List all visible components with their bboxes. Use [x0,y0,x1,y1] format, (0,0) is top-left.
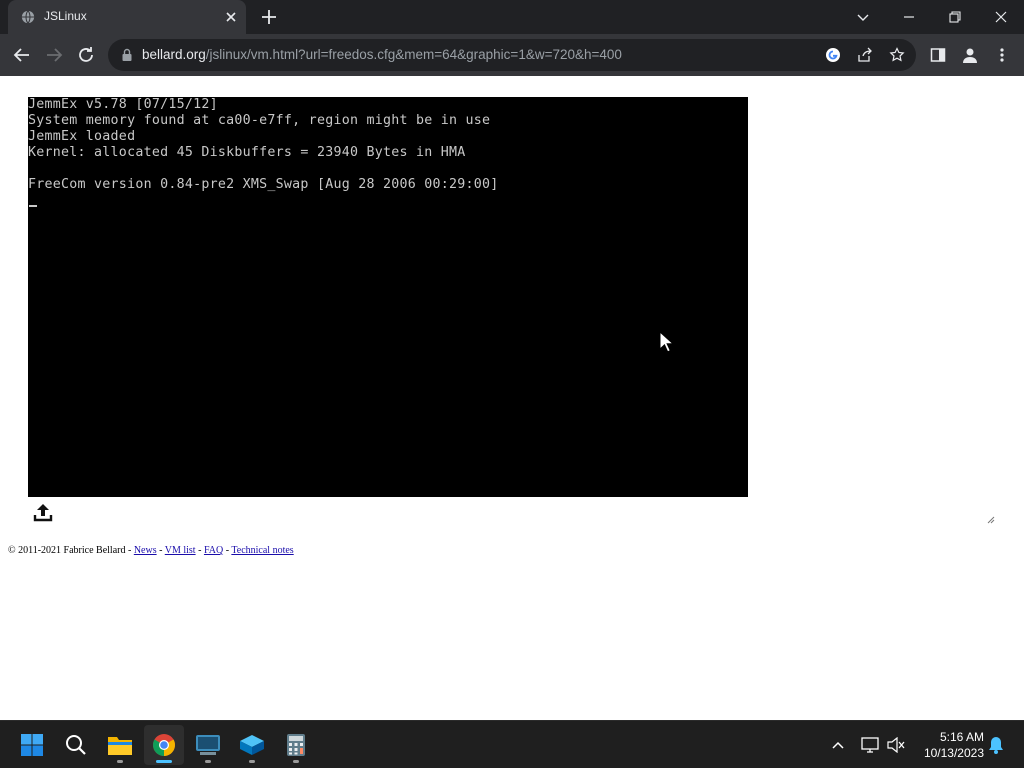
reload-icon [79,47,93,62]
faq-link[interactable]: FAQ [204,545,223,556]
search-button[interactable] [56,725,96,765]
network-icon [861,737,879,753]
calculator-icon [287,734,305,756]
footer-separator: - [156,545,165,556]
notifications-button[interactable] [986,735,1006,755]
minimize-icon [904,16,914,18]
tab-title: JSLinux [44,9,87,23]
browser-toolbar: bellard.org/jslinux/vm.html?url=freedos.… [0,34,1024,76]
profile-icon [963,48,977,63]
terminal-line: FreeCom version 0.84-pre2 XMS_Swap [Aug … [28,177,499,192]
star-icon [889,47,905,62]
address-bar[interactable]: bellard.org/jslinux/vm.html?url=freedos.… [108,39,916,71]
text-cursor [29,205,37,207]
start-button[interactable] [12,725,52,765]
terminal-line: JemmEx v5.78 [07/15/12] [28,97,218,112]
tab-jslinux[interactable]: JSLinux [8,0,246,34]
show-hidden-icons-button[interactable] [828,735,848,755]
running-indicator [249,760,255,763]
chrome-icon [153,734,175,756]
terminal-app-button[interactable] [188,725,228,765]
bookmark-button[interactable] [888,46,906,64]
network-button[interactable] [860,735,880,755]
volume-button[interactable] [886,735,906,755]
resize-grip-icon[interactable] [985,514,995,524]
bell-icon [989,737,1003,754]
tab-search-button[interactable] [840,0,886,34]
mouse-pointer-icon [659,331,673,353]
menu-button[interactable] [990,43,1014,67]
virtualbox-button[interactable] [232,725,272,765]
vm-terminal-screen[interactable]: JemmEx v5.78 [07/15/12] System memory fo… [28,97,748,497]
terminal-line: JemmEx loaded [28,129,136,144]
close-icon [995,11,1007,23]
running-indicator [205,760,211,763]
close-window-button[interactable] [978,0,1024,34]
forward-button[interactable] [42,43,66,67]
footer-separator: - [195,545,204,556]
arrow-right-icon [47,48,63,62]
running-indicator [156,760,172,763]
footer: © 2011-2021 Fabrice Bellard - News - VM … [8,545,294,556]
copyright-text: © 2011-2021 Fabrice Bellard - [8,545,134,556]
terminal-line: System memory found at ca00-e7ff, region… [28,113,491,128]
speaker-muted-icon [887,737,905,753]
google-icon [826,48,840,62]
clock-date: 10/13/2023 [923,746,984,760]
search-icon [66,735,86,755]
virtualbox-icon [240,735,264,755]
chrome-button[interactable] [144,725,184,765]
terminal-app-icon [196,735,220,755]
restore-button[interactable] [932,0,978,34]
running-indicator [117,760,123,763]
share-button[interactable] [856,46,874,64]
calculator-button[interactable] [276,725,316,765]
share-icon [858,47,872,62]
file-explorer-icon [108,737,132,755]
side-panel-button[interactable] [926,43,950,67]
url-text[interactable]: bellard.org/jslinux/vm.html?url=freedos.… [142,47,622,62]
new-tab-icon[interactable] [260,8,278,26]
browser-tab-strip: JSLinux [0,0,1024,34]
technical-notes-link[interactable]: Technical notes [231,545,293,556]
chevron-up-icon [832,741,844,749]
start-icon [21,734,43,756]
url-host: bellard.org [142,47,206,62]
terminal-line: Kernel: allocated 45 Diskbuffers = 23940… [28,145,466,160]
google-lens-button[interactable] [824,46,842,64]
back-button[interactable] [10,43,34,67]
upload-icon[interactable] [32,501,54,523]
chevron-down-icon [857,14,869,21]
url-path: /jslinux/vm.html?url=freedos.cfg&mem=64&… [205,47,622,62]
globe-icon [21,10,35,24]
vm-list-link[interactable]: VM list [165,545,196,556]
page-content: JemmEx v5.78 [07/15/12] System memory fo… [0,76,1024,720]
running-indicator [293,760,299,763]
windows-taskbar: 5:16 AM 10/13/2023 [0,720,1024,768]
arrow-left-icon [13,48,29,62]
close-tab-icon[interactable] [224,10,238,24]
kebab-menu-icon [1000,48,1004,62]
lock-icon[interactable] [120,48,134,62]
minimize-button[interactable] [886,0,932,34]
news-link[interactable]: News [134,545,157,556]
system-clock[interactable]: 5:16 AM 10/13/2023 [908,729,984,761]
file-explorer-button[interactable] [100,725,140,765]
reload-button[interactable] [74,43,98,67]
restore-icon [949,11,961,23]
profile-button[interactable] [958,43,982,67]
clock-time: 5:16 AM [939,730,984,744]
side-panel-icon [930,48,946,62]
